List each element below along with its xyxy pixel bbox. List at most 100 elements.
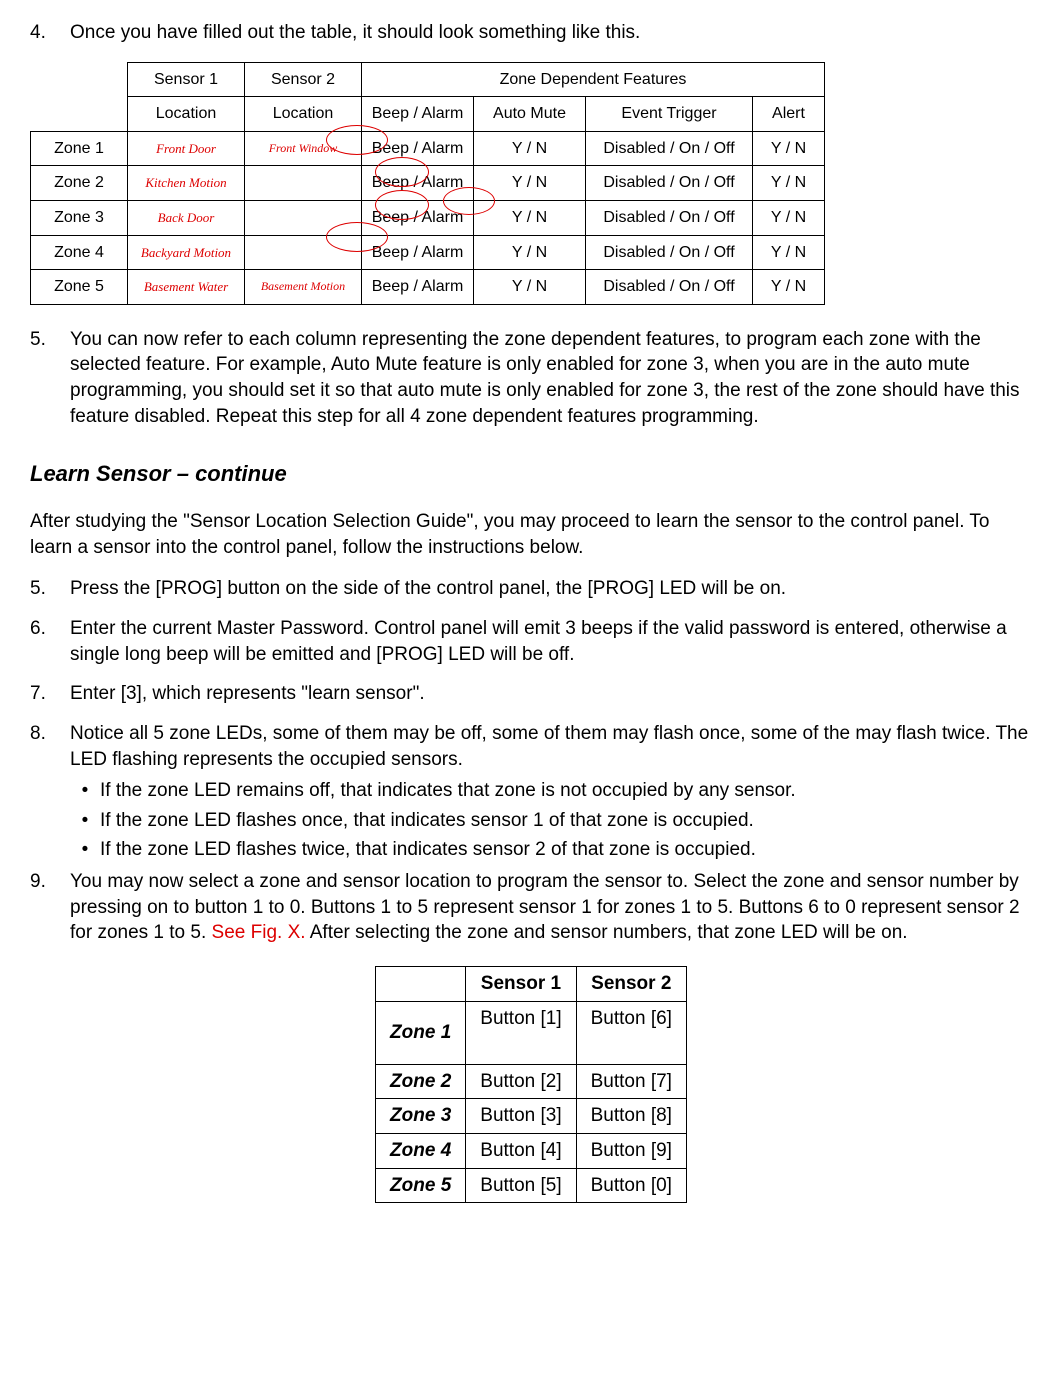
auto-value: Y / N [474, 131, 586, 166]
table-row: Zone 2 Kitchen Motion Beep / Alarm Y / N… [31, 166, 825, 201]
auto-value: Y / N [474, 270, 586, 305]
sensor1-button: Button [3] [466, 1099, 576, 1134]
zone-label: Zone 2 [376, 1064, 466, 1099]
sensor2-button: Button [7] [576, 1064, 686, 1099]
event-value: Disabled / On / Off [586, 270, 753, 305]
bullet-icon: • [70, 778, 100, 804]
step-text: Enter [3], which represents "learn senso… [70, 681, 1032, 707]
event-value: Disabled / On / Off [586, 131, 753, 166]
zone-label: Zone 2 [31, 166, 128, 201]
zone-table-wrap: Sensor 1 Sensor 2 Zone Dependent Feature… [30, 62, 1032, 305]
sensor2-value [245, 166, 362, 201]
beep-value: Beep / Alarm [362, 131, 474, 166]
zone-label: Zone 4 [31, 235, 128, 270]
step-number: 8. [30, 721, 70, 772]
table-row: Zone 5 Basement Water Basement Motion Be… [31, 270, 825, 305]
sensor1-value: Front Door [128, 131, 245, 166]
zone-label: Zone 5 [376, 1168, 466, 1203]
beep-value: Beep / Alarm [362, 201, 474, 236]
bullet-icon: • [70, 837, 100, 863]
step-text: You may now select a zone and sensor loc… [70, 869, 1032, 946]
event-value: Disabled / On / Off [586, 235, 753, 270]
sensor1-button: Button [1] [466, 1001, 576, 1064]
event-value: Disabled / On / Off [586, 166, 753, 201]
hdr-beep: Beep / Alarm [362, 97, 474, 132]
step-number: 9. [30, 869, 70, 946]
step9-red: See Fig. X. [212, 922, 306, 943]
sensor2-value: Front Window [245, 131, 362, 166]
step-6: 6. Enter the current Master Password. Co… [30, 616, 1032, 667]
hdr-sensor1: Sensor 1 [466, 967, 576, 1002]
table-row: Zone 1 Button [1] Button [6] [376, 1001, 687, 1064]
alert-value: Y / N [753, 131, 825, 166]
step-5b: 5. Press the [PROG] button on the side o… [30, 576, 1032, 602]
sensor2-value: Basement Motion [245, 270, 362, 305]
table-row: Zone 5 Button [5] Button [0] [376, 1168, 687, 1203]
blank-header [376, 967, 466, 1002]
sensor1-value: Kitchen Motion [128, 166, 245, 201]
table-row: Zone 2 Button [2] Button [7] [376, 1064, 687, 1099]
hdr-auto: Auto Mute [474, 97, 586, 132]
auto-value: Y / N [474, 201, 586, 236]
step-9: 9. You may now select a zone and sensor … [30, 869, 1032, 946]
beep-value: Beep / Alarm [362, 270, 474, 305]
zone-label: Zone 1 [31, 131, 128, 166]
blank-cell [31, 62, 128, 97]
alert-value: Y / N [753, 235, 825, 270]
zone-label: Zone 3 [31, 201, 128, 236]
hdr-location1: Location [128, 97, 245, 132]
zone-label: Zone 1 [376, 1001, 466, 1064]
step-text: You can now refer to each column represe… [70, 327, 1032, 430]
step-number: 7. [30, 681, 70, 707]
hdr-sensor1: Sensor 1 [128, 62, 245, 97]
table-row: Zone 3 Back Door Beep / Alarm Y / N Disa… [31, 201, 825, 236]
bullet-item: • If the zone LED flashes once, that ind… [70, 808, 1032, 834]
hdr-sensor2: Sensor 2 [576, 967, 686, 1002]
table-row: Zone 3 Button [3] Button [8] [376, 1099, 687, 1134]
hdr-location2: Location [245, 97, 362, 132]
step-8: 8. Notice all 5 zone LEDs, some of them … [30, 721, 1032, 772]
sensor2-value [245, 235, 362, 270]
bullet-text: If the zone LED remains off, that indica… [100, 778, 796, 804]
bullet-item: • If the zone LED remains off, that indi… [70, 778, 1032, 804]
table-row: Zone 1 Front Door Front Window Beep / Al… [31, 131, 825, 166]
sensor1-button: Button [4] [466, 1133, 576, 1168]
table-row: Zone 4 Backyard Motion Beep / Alarm Y / … [31, 235, 825, 270]
step-text: Enter the current Master Password. Contr… [70, 616, 1032, 667]
sensor2-button: Button [6] [576, 1001, 686, 1064]
zone-features-table: Sensor 1 Sensor 2 Zone Dependent Feature… [30, 62, 825, 305]
hdr-alert: Alert [753, 97, 825, 132]
sensor2-value [245, 201, 362, 236]
sensor1-button: Button [2] [466, 1064, 576, 1099]
beep-value: Beep / Alarm [362, 166, 474, 201]
alert-value: Y / N [753, 201, 825, 236]
step-text: Once you have filled out the table, it s… [70, 20, 1032, 46]
blank-cell [31, 97, 128, 132]
bullet-item: • If the zone LED flashes twice, that in… [70, 837, 1032, 863]
zone-label: Zone 5 [31, 270, 128, 305]
step-number: 4. [30, 20, 70, 46]
sensor2-button: Button [8] [576, 1099, 686, 1134]
step-4: 4. Once you have filled out the table, i… [30, 20, 1032, 46]
step-number: 6. [30, 616, 70, 667]
table-row: Zone 4 Button [4] Button [9] [376, 1133, 687, 1168]
beep-value: Beep / Alarm [362, 235, 474, 270]
sensor1-value: Basement Water [128, 270, 245, 305]
step9-post: After selecting the zone and sensor numb… [306, 922, 908, 943]
sensor2-button: Button [0] [576, 1168, 686, 1203]
step-5: 5. You can now refer to each column repr… [30, 327, 1032, 430]
bullet-icon: • [70, 808, 100, 834]
hdr-sensor2: Sensor 2 [245, 62, 362, 97]
step-number: 5. [30, 327, 70, 430]
bullet-text: If the zone LED flashes once, that indic… [100, 808, 754, 834]
sensor1-button: Button [5] [466, 1168, 576, 1203]
button-map-table: Sensor 1 Sensor 2 Zone 1 Button [1] Butt… [375, 966, 687, 1203]
step-text: Notice all 5 zone LEDs, some of them may… [70, 721, 1032, 772]
section-heading: Learn Sensor – continue [30, 459, 1032, 489]
step-7: 7. Enter [3], which represents "learn se… [30, 681, 1032, 707]
sensor1-value: Back Door [128, 201, 245, 236]
sensor1-value: Backyard Motion [128, 235, 245, 270]
event-value: Disabled / On / Off [586, 201, 753, 236]
bullet-text: If the zone LED flashes twice, that indi… [100, 837, 756, 863]
alert-value: Y / N [753, 166, 825, 201]
